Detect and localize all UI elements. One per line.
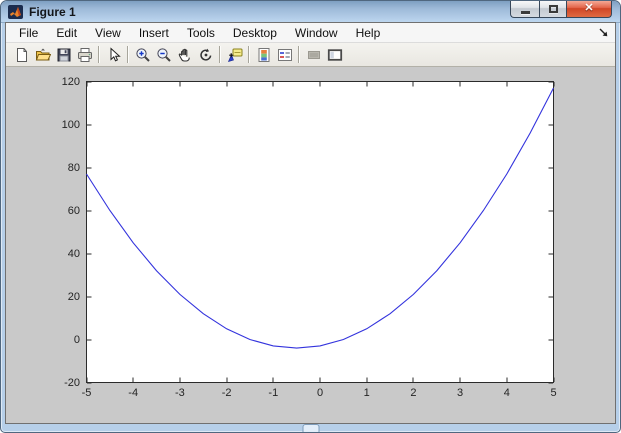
minimize-button[interactable]: [510, 1, 539, 18]
insert-legend-button[interactable]: [274, 45, 295, 65]
matlab-logo-icon: [8, 4, 23, 19]
menu-item-insert[interactable]: Insert: [130, 24, 178, 42]
data-cursor-button[interactable]: [224, 45, 245, 65]
maximize-button[interactable]: [539, 1, 567, 18]
print-figure-icon: [77, 47, 93, 63]
toolbar-separator: [298, 46, 300, 63]
toolbar-separator: [98, 46, 100, 63]
hide-plot-tools-button: [303, 45, 324, 65]
resize-grip[interactable]: [302, 424, 319, 432]
toolbar-separator: [127, 46, 129, 63]
zoom-in-button[interactable]: [132, 45, 153, 65]
toolbar-separator: [219, 46, 221, 63]
x-tick-label: -3: [175, 387, 185, 399]
axes-box: [86, 81, 554, 383]
edit-plot-button[interactable]: [103, 45, 124, 65]
menu-item-desktop[interactable]: Desktop: [224, 24, 286, 42]
open-file-button[interactable]: [32, 45, 53, 65]
y-tick-label: 100: [61, 118, 80, 131]
figure-canvas: -5 -4 -3 -2 -1 0 1 2 3 4 5 -20 0 20 40 60 80 100 120: [6, 67, 615, 423]
zoom-out-icon: [156, 47, 172, 63]
data-cursor-icon: [227, 47, 243, 63]
x-tick-label: -1: [268, 387, 279, 399]
x-tick-label: 2: [410, 387, 417, 399]
x-tick-label: 4: [503, 387, 510, 399]
y-tick-label: -20: [64, 376, 80, 389]
x-tick-label: 5: [550, 387, 557, 399]
menu-item-file[interactable]: File: [10, 24, 47, 42]
figure-client-area: File Edit View Insert Tools Desktop Window Help…: [5, 22, 616, 424]
menu-item-help[interactable]: Help: [347, 24, 390, 42]
x-tick-label: 3: [457, 387, 464, 399]
title-bar[interactable]: Figure 1 ✕: [1, 1, 620, 23]
window-controls: ✕: [510, 1, 612, 18]
hide-plot-tools-icon: [306, 47, 322, 63]
show-plot-tools-icon: [327, 47, 343, 63]
show-plot-tools-button[interactable]: [324, 45, 345, 65]
zoom-out-button[interactable]: [153, 45, 174, 65]
insert-legend-icon: [277, 47, 293, 63]
y-tick-label: 20: [67, 290, 80, 303]
x-tick-label: -2: [221, 387, 232, 399]
dock-figure-button[interactable]: [596, 26, 610, 40]
plot-svg: [86, 81, 555, 384]
menu-item-view[interactable]: View: [86, 24, 130, 42]
pan-button[interactable]: [174, 45, 195, 65]
open-file-icon: [35, 47, 51, 63]
x-tick-label: 0: [316, 387, 324, 399]
new-figure-icon: [14, 47, 30, 63]
save-figure-button[interactable]: [53, 45, 74, 65]
x-tick-label: -5: [81, 387, 92, 399]
minimize-icon: [520, 10, 530, 14]
close-button[interactable]: ✕: [567, 1, 612, 18]
zoom-in-icon: [135, 47, 151, 63]
rotate-3d-button[interactable]: [195, 45, 216, 65]
edit-plot-icon: [106, 46, 122, 63]
window-title: Figure 1: [29, 4, 76, 19]
y-tick-label: 60: [67, 204, 80, 217]
x-tick-label: 1: [363, 387, 370, 399]
dock-arrow-icon: [599, 28, 607, 37]
y-tick-label: 120: [61, 75, 80, 88]
close-icon: ✕: [584, 2, 594, 14]
print-figure-button[interactable]: [74, 45, 95, 65]
y-tick-label: 80: [67, 161, 80, 174]
rotate-3d-icon: [198, 47, 214, 63]
insert-colorbar-button[interactable]: [253, 45, 274, 65]
menu-item-edit[interactable]: Edit: [47, 24, 86, 42]
pan-icon: [177, 47, 193, 63]
maximize-icon: [548, 4, 558, 13]
new-figure-button[interactable]: [11, 45, 32, 65]
menu-item-window[interactable]: Window: [286, 24, 347, 42]
menu-item-tools[interactable]: Tools: [178, 24, 224, 42]
menu-bar: File Edit View Insert Tools Desktop Window Help: [6, 23, 615, 43]
x-tick-label: -4: [128, 387, 139, 399]
y-tick-label: 40: [67, 247, 80, 260]
plot-axes[interactable]: -5 -4 -3 -2 -1 0 1 2 3 4 5 -20 0 20 40 60 80 100 120: [62, 76, 557, 400]
figure-window: Figure 1 ✕ File Edit View Insert Tools Deskto…: [0, 0, 621, 433]
toolbar-separator: [248, 46, 250, 63]
curve-line: [86, 87, 554, 349]
save-figure-icon: [56, 47, 72, 63]
toolbar: [6, 43, 615, 67]
insert-colorbar-icon: [256, 47, 272, 63]
y-tick-label: 0: [73, 333, 80, 346]
